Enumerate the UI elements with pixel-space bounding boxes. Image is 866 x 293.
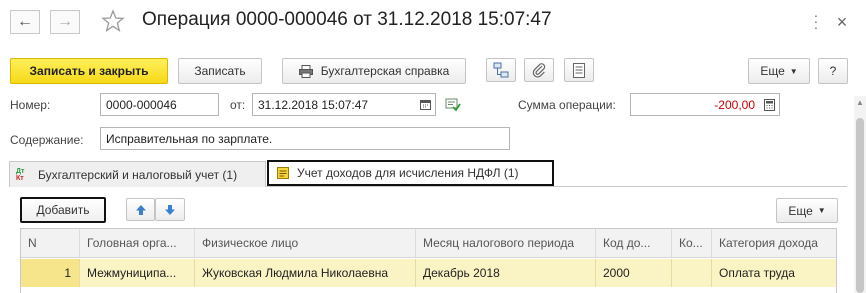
sum-label: Сумма операции: (518, 98, 616, 112)
column-header-income-code[interactable]: Код до... (596, 229, 672, 258)
calendar-icon[interactable] (415, 94, 435, 115)
window-title: Операция 0000-000046 от 31.12.2018 15:07… (142, 9, 552, 30)
calculator-icon[interactable] (759, 94, 779, 115)
cell-person[interactable]: Жуковская Людмила Николаевна (195, 259, 416, 287)
document-status-icon[interactable] (445, 97, 461, 113)
date-label: от: (230, 98, 246, 112)
content-field[interactable]: Исправительная по зарплате. (100, 127, 510, 150)
arrow-right-icon: → (57, 13, 73, 30)
accounting-reference-label: Бухгалтерская справка (320, 64, 450, 78)
more-button[interactable]: Еще ▼ (748, 58, 810, 84)
structure-icon (493, 62, 509, 78)
table-more-button[interactable]: Еще ▼ (776, 198, 838, 223)
cell-n[interactable]: 1 (21, 259, 80, 287)
back-button[interactable]: ← (10, 10, 40, 34)
help-button[interactable]: ? (818, 58, 848, 84)
cell-head-org[interactable]: Межмуниципа... (80, 259, 195, 287)
sum-value: -200,00 (714, 97, 755, 112)
column-header-income-category[interactable]: Категория дохода (712, 229, 836, 258)
income-table: N Головная орга... Физическое лицо Месяц… (20, 228, 837, 293)
save-button[interactable]: Записать (178, 58, 262, 84)
dropdown-arrow-icon: ▼ (789, 66, 798, 76)
date-value: 31.12.2018 15:07:47 (258, 97, 369, 112)
column-header-deduction-code[interactable]: Ко... (672, 229, 712, 258)
arrow-up-icon (135, 204, 147, 216)
structure-button[interactable] (486, 58, 516, 82)
arrow-down-icon (164, 204, 176, 216)
attachment-button[interactable] (524, 58, 554, 82)
move-up-button[interactable] (126, 198, 155, 221)
cell-income-code[interactable]: 2000 (596, 259, 672, 287)
sum-field[interactable]: -200,00 (630, 93, 780, 116)
tab-accounting[interactable]: Дт Кт Бухгалтерский и налоговый учет (1) (9, 161, 266, 187)
date-field[interactable]: 31.12.2018 15:07:47 (252, 93, 436, 116)
list-view-button[interactable] (564, 58, 594, 82)
tab-ndfl-label: Учет доходов для исчисления НДФЛ (1) (297, 166, 519, 180)
more-label: Еще (760, 64, 785, 78)
ndfl-doc-icon (277, 167, 289, 179)
more-vert-icon[interactable]: · · · (812, 8, 820, 34)
paperclip-icon (532, 62, 546, 78)
number-field[interactable]: 0000-000046 (100, 93, 219, 116)
tab-ndfl[interactable]: Учет доходов для исчисления НДФЛ (1) (267, 160, 554, 186)
column-header-n[interactable]: N (21, 229, 80, 258)
printer-icon (298, 64, 313, 78)
column-header-person[interactable]: Физическое лицо (195, 229, 416, 258)
content-label: Содержание: (10, 133, 84, 147)
accounting-reference-button[interactable]: Бухгалтерская справка (282, 58, 466, 84)
list-icon (573, 62, 585, 78)
table-more-label: Еще (788, 203, 813, 218)
arrow-left-icon: ← (17, 13, 33, 30)
scroll-up-arrow-icon[interactable]: ▲ (855, 98, 865, 110)
debit-credit-icon: Дт Кт (16, 167, 25, 182)
cell-income-category[interactable]: Оплата труда (712, 259, 836, 287)
cell-tax-month[interactable]: Декабрь 2018 (416, 259, 596, 287)
number-label: Номер: (10, 98, 51, 112)
save-and-close-button[interactable]: Записать и закрыть (10, 58, 168, 84)
dropdown-arrow-icon: ▼ (817, 206, 826, 215)
tab-accounting-label: Бухгалтерский и налоговый учет (1) (38, 167, 238, 182)
move-down-button[interactable] (155, 198, 185, 221)
scrollbar-thumb[interactable] (856, 118, 864, 293)
column-header-tax-month[interactable]: Месяц налогового периода (416, 229, 596, 258)
forward-button[interactable]: → (50, 10, 80, 34)
add-button[interactable]: Добавить (20, 197, 106, 223)
close-icon[interactable]: × (830, 10, 854, 34)
cell-deduction-code[interactable] (672, 259, 712, 287)
column-header-head-org[interactable]: Головная орга... (80, 229, 195, 258)
favorite-star-icon[interactable] (100, 8, 126, 34)
